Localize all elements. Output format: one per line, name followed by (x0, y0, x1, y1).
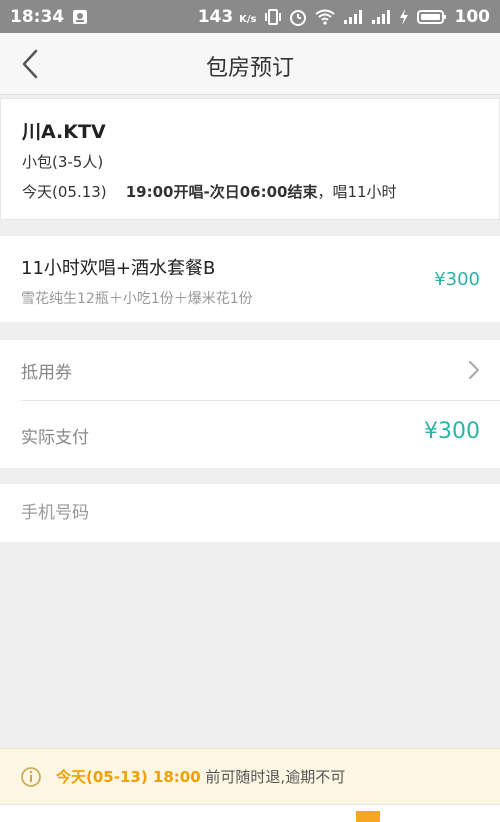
refund-notice: 今天(05-13) 18:00 前可随时退,逾期不可 (0, 748, 500, 804)
duration: ，唱11小时 (317, 183, 397, 201)
start-time: 19:00开唱 (125, 183, 204, 201)
coupon-label: 抵用券 (21, 363, 72, 383)
room-type: 小包(3-5人) (22, 153, 104, 171)
signal-icon (343, 9, 363, 25)
battery-icon (416, 9, 447, 25)
package-card[interactable]: 11小时欢唱+酒水套餐B 雪花纯生12瓶＋小吃1份＋爆米花1份 ¥300 (0, 236, 500, 322)
notice-deadline: 今天(05-13) 18:00 (56, 768, 201, 786)
wifi-icon (314, 9, 335, 25)
payment-card: 抵用券 实际支付 ¥300 (0, 340, 500, 468)
end-time: 次日06:00结束 (209, 183, 318, 201)
status-time: 18:34 (10, 6, 65, 27)
network-speed: 143 K/s (197, 6, 257, 27)
phone-card (0, 484, 500, 542)
notification-icon (72, 9, 88, 25)
booking-day: 今天(05.13) (22, 183, 107, 201)
nav-bar: 包房预订 (0, 33, 500, 95)
actual-payment-row: 实际支付 ¥300 (0, 401, 500, 468)
actual-payment-amount: ¥300 (424, 419, 480, 444)
actual-payment-label: 实际支付 (21, 428, 89, 448)
phone-input[interactable] (21, 500, 461, 526)
notice-body: 前可随时退,逾期不可 (200, 768, 346, 786)
booking-info-card: 川A.KTV 小包(3-5人) 今天(05.13) 19:00开唱-次日06:0… (0, 98, 500, 220)
chevron-right-icon (469, 361, 479, 379)
package-description: 雪花纯生12瓶＋小吃1份＋爆米花1份 (21, 291, 253, 307)
info-icon (21, 767, 41, 787)
alarm-icon (289, 8, 307, 26)
venue-name: 川A.KTV (22, 121, 106, 143)
submit-button[interactable] (356, 811, 380, 822)
coupon-row[interactable]: 抵用券 (0, 340, 500, 400)
vibrate-icon (264, 8, 281, 26)
page-title: 包房预订 (205, 56, 294, 81)
notice-text: 今天(05-13) 18:00 前可随时退,逾期不可 (56, 766, 345, 787)
status-bar: 18:34 143 K/s 100 (0, 0, 500, 33)
package-price: ¥300 (434, 269, 480, 290)
bottom-action-bar (0, 804, 500, 822)
battery-level: 100 (454, 6, 491, 27)
booking-time: 今天(05.13) 19:00开唱-次日06:00结束，唱11小时 (22, 183, 397, 201)
charging-icon (399, 8, 409, 25)
package-name: 11小时欢唱+酒水套餐B (21, 258, 216, 279)
signal-icon (371, 9, 391, 25)
